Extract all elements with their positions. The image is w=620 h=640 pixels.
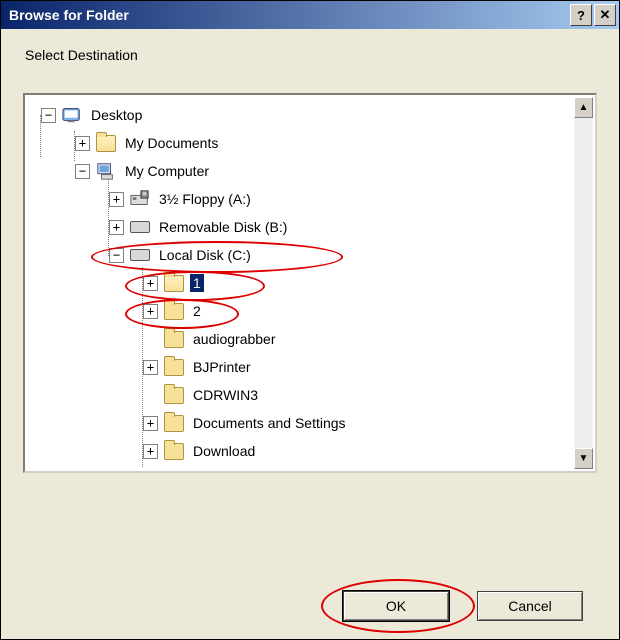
tree-node-desktop[interactable]: − Desktop — [33, 101, 593, 129]
expand-icon[interactable]: + — [143, 360, 158, 375]
close-button[interactable]: ✕ — [594, 4, 616, 26]
scroll-down-button[interactable]: ▼ — [574, 448, 593, 469]
removable-drive-icon — [130, 218, 150, 236]
collapse-icon[interactable]: − — [41, 108, 56, 123]
cancel-button[interactable]: Cancel — [477, 591, 583, 621]
tree-label: Download — [190, 442, 258, 460]
tree-label: BJPrinter — [190, 358, 254, 376]
expand-icon[interactable]: + — [143, 416, 158, 431]
tree-node-removable-b[interactable]: + Removable Disk (B:) — [33, 213, 593, 241]
ok-button[interactable]: OK — [343, 591, 449, 621]
tree-node-my-computer[interactable]: − My Computer — [33, 157, 593, 185]
tree-label: 2 — [190, 302, 204, 320]
expand-icon[interactable]: + — [75, 136, 90, 151]
hard-drive-icon — [130, 246, 150, 264]
floppy-drive-icon — [130, 190, 150, 208]
window-title: Browse for Folder — [9, 7, 568, 23]
tree-node-my-documents[interactable]: + My Documents — [33, 129, 593, 157]
tree-node-audiograbber[interactable]: audiograbber — [33, 325, 593, 353]
tree-node-floppy-a[interactable]: + 3½ Floppy (A:) — [33, 185, 593, 213]
tree-node-folder-2[interactable]: + 2 — [33, 297, 593, 325]
vertical-scrollbar[interactable]: ▲ ▼ — [574, 97, 593, 469]
tree-node-bjprinter[interactable]: + BJPrinter — [33, 353, 593, 381]
folder-icon — [164, 358, 184, 376]
expand-icon[interactable]: + — [143, 304, 158, 319]
tree-node-documents-and-settings[interactable]: + Documents and Settings — [33, 409, 593, 437]
computer-icon — [96, 162, 116, 180]
documents-folder-icon — [96, 134, 116, 152]
collapse-icon[interactable]: − — [75, 164, 90, 179]
tree-label: 1 — [190, 274, 204, 292]
tree-node-folder-1[interactable]: + 1 — [33, 269, 593, 297]
instruction-label: Select Destination — [25, 47, 597, 63]
help-button[interactable]: ? — [570, 4, 592, 26]
tree-node-download[interactable]: + Download — [33, 437, 593, 465]
expand-icon[interactable]: + — [143, 444, 158, 459]
folder-icon — [164, 414, 184, 432]
titlebar[interactable]: Browse for Folder ? ✕ — [1, 1, 619, 29]
tree-label: Documents and Settings — [190, 414, 349, 432]
folder-icon — [164, 302, 184, 320]
folder-icon — [164, 330, 184, 348]
tree-label: Desktop — [88, 106, 145, 124]
folder-icon — [164, 386, 184, 404]
tree-label: 3½ Floppy (A:) — [156, 190, 254, 208]
tree-label: My Computer — [122, 162, 212, 180]
tree-label: audiograbber — [190, 330, 279, 348]
folder-icon — [164, 442, 184, 460]
folder-tree[interactable]: − Desktop + My Documents − — [23, 93, 597, 473]
desktop-icon — [62, 106, 82, 124]
tree-node-cdrwin3[interactable]: CDRWIN3 — [33, 381, 593, 409]
folder-icon — [164, 274, 184, 292]
tree-label: CDRWIN3 — [190, 386, 261, 404]
tree-label: Local Disk (C:) — [156, 246, 254, 264]
dialog-body: Select Destination − Desktop — [1, 29, 619, 473]
tree-node-local-disk-c[interactable]: − Local Disk (C:) — [33, 241, 593, 269]
collapse-icon[interactable]: − — [109, 248, 124, 263]
tree-label: My Documents — [122, 134, 221, 152]
expand-icon[interactable]: + — [109, 192, 124, 207]
scroll-up-button[interactable]: ▲ — [574, 97, 593, 118]
expand-icon[interactable]: + — [109, 220, 124, 235]
button-bar: OK Cancel — [1, 591, 619, 621]
expand-icon[interactable]: + — [143, 276, 158, 291]
browse-folder-dialog: Browse for Folder ? ✕ Select Destination… — [0, 0, 620, 640]
tree-label: Removable Disk (B:) — [156, 218, 290, 236]
